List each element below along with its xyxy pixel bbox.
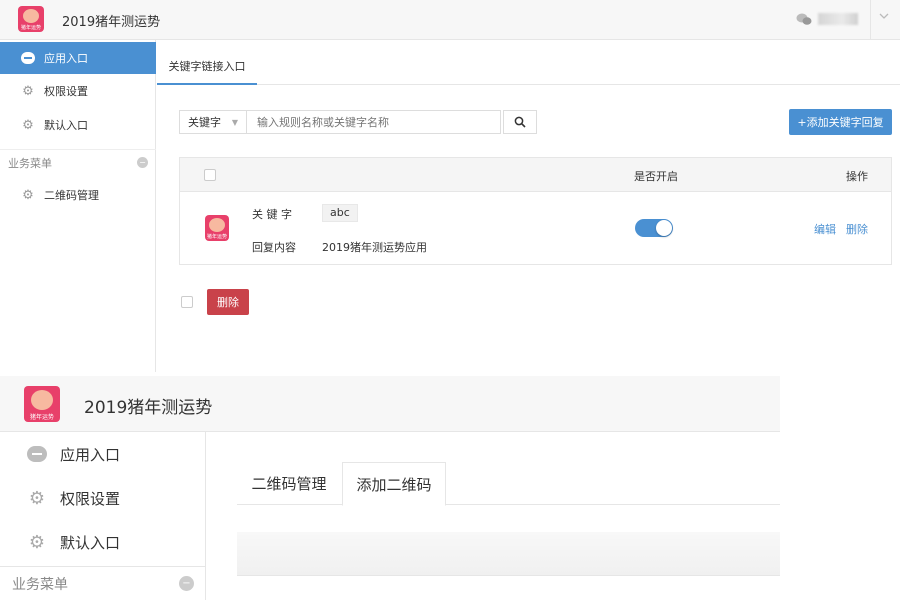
collapse-icon[interactable]: −: [137, 157, 148, 168]
sidebar-item-label: 应用入口: [44, 52, 88, 65]
sidebar-group-label: 业务菜单: [8, 156, 52, 170]
sidebar-item-qrcode[interactable]: ⚙ 二维码管理: [0, 179, 156, 211]
sidebar-item-permissions[interactable]: ⚙ 权限设置: [0, 476, 206, 520]
app-logo: 猪年运势: [18, 6, 44, 32]
bottom-header: 猪年运势 2019猪年测运势: [0, 376, 780, 432]
app-title: 2019猪年测运势: [62, 15, 161, 30]
sidebar-group-business-menu[interactable]: 业务菜单 −: [0, 149, 156, 175]
wechat-icon[interactable]: [796, 12, 812, 26]
search-row: 关键字 ▼: [179, 110, 537, 134]
tab-bar: 关键字链接入口: [157, 40, 900, 85]
add-keyword-reply-button[interactable]: +添加关键字回复: [789, 109, 892, 135]
toggle-knob: [656, 220, 672, 236]
sidebar-item-label: 默认入口: [44, 119, 88, 132]
keyword-label: 关 键 字: [252, 208, 292, 221]
bottom-sidebar: 应用入口 ⚙ 权限设置 ⚙ 默认入口 业务菜单 −: [0, 432, 206, 600]
header-enabled: 是否开启: [634, 170, 678, 183]
gear-icon: ⚙: [28, 487, 46, 509]
keyword-chip: abc: [322, 204, 358, 222]
bottom-main-content: 二维码管理 添加二维码: [207, 432, 780, 600]
sidebar-item-label: 应用入口: [60, 445, 121, 464]
logo-text: 猪年运势: [206, 234, 227, 240]
tab-bar: 二维码管理 添加二维码: [237, 462, 780, 506]
reply-content: 2019猪年测运势应用: [322, 241, 427, 254]
app-logo: 猪年运势: [205, 215, 229, 241]
gear-icon: ⚙: [22, 117, 34, 133]
main-content: 关键字链接入口 关键字 ▼ +添加关键字回复 是否开启 操作 猪年运势: [157, 40, 900, 372]
sidebar-group-business-menu[interactable]: 业务菜单 −: [0, 566, 206, 600]
select-all-checkbox[interactable]: [204, 169, 216, 181]
blurred-content: [237, 532, 780, 576]
sidebar-item-default-entry[interactable]: ⚙ 默认入口: [0, 109, 156, 141]
search-button[interactable]: [503, 110, 537, 134]
gear-icon: ⚙: [28, 531, 46, 553]
keyword-table: 是否开启 操作 猪年运势 关 键 字 abc 回复内容 2019猪年测运势应用 …: [179, 157, 892, 265]
select-value: 关键字: [188, 116, 221, 129]
user-avatar-blurred[interactable]: [818, 13, 858, 25]
logo-text: 猪年运势: [29, 414, 54, 421]
edit-link[interactable]: 编辑: [814, 221, 836, 237]
sidebar-item-permissions[interactable]: ⚙ 权限设置: [0, 75, 156, 107]
pig-face-icon: [31, 390, 53, 410]
search-type-select[interactable]: 关键字 ▼: [179, 110, 247, 134]
delete-link[interactable]: 删除: [846, 221, 868, 237]
search-input[interactable]: [247, 110, 501, 134]
logo-text: 猪年运势: [20, 25, 41, 31]
bulk-delete-button[interactable]: 删除: [207, 289, 249, 315]
header-divider: [870, 0, 871, 40]
collapse-icon[interactable]: −: [179, 576, 194, 591]
caret-down-icon: ▼: [231, 117, 238, 127]
chat-icon: [20, 50, 36, 66]
sidebar-item-label: 二维码管理: [44, 189, 99, 202]
gear-icon: ⚙: [22, 187, 34, 203]
sidebar-item-label: 权限设置: [44, 85, 88, 98]
header-actions: 操作: [846, 170, 868, 183]
table-header: 是否开启 操作: [180, 158, 891, 192]
chat-icon: [26, 443, 48, 465]
sidebar-item-label: 默认入口: [60, 533, 121, 552]
top-header: 猪年运势 2019猪年测运势: [0, 0, 900, 40]
sidebar-item-app-entry[interactable]: 应用入口: [0, 42, 156, 74]
pig-face-icon: [23, 9, 39, 23]
chevron-down-icon[interactable]: [878, 10, 890, 25]
search-icon: [514, 116, 526, 128]
sidebar-group-label: 业务菜单: [12, 576, 68, 593]
app-title: 2019猪年测运势: [84, 398, 213, 418]
tab-keyword-link[interactable]: 关键字链接入口: [157, 58, 257, 85]
sidebar-item-default-entry[interactable]: ⚙ 默认入口: [0, 520, 206, 564]
app-logo: 猪年运势: [24, 386, 60, 422]
bulk-select-checkbox[interactable]: [181, 296, 193, 308]
gear-icon: ⚙: [22, 83, 34, 99]
tab-qrcode-manage[interactable]: 二维码管理: [237, 462, 341, 505]
tab-add-qrcode[interactable]: 添加二维码: [342, 462, 446, 506]
top-screenshot: 猪年运势 2019猪年测运势 应用入口 ⚙ 权限设置 ⚙ 默认入口 业务菜单 −: [0, 0, 900, 372]
sidebar-item-label: 权限设置: [60, 489, 121, 508]
pig-face-icon: [209, 218, 225, 232]
sidebar: 应用入口 ⚙ 权限设置 ⚙ 默认入口 业务菜单 − ⚙ 二维码管理: [0, 40, 156, 372]
enabled-toggle[interactable]: [635, 219, 673, 237]
sidebar-item-app-entry[interactable]: 应用入口: [0, 432, 206, 476]
reply-label: 回复内容: [252, 241, 296, 254]
bottom-screenshot: 猪年运势 2019猪年测运势 应用入口 ⚙ 权限设置 ⚙ 默认入口 业务菜单 −…: [0, 376, 780, 600]
